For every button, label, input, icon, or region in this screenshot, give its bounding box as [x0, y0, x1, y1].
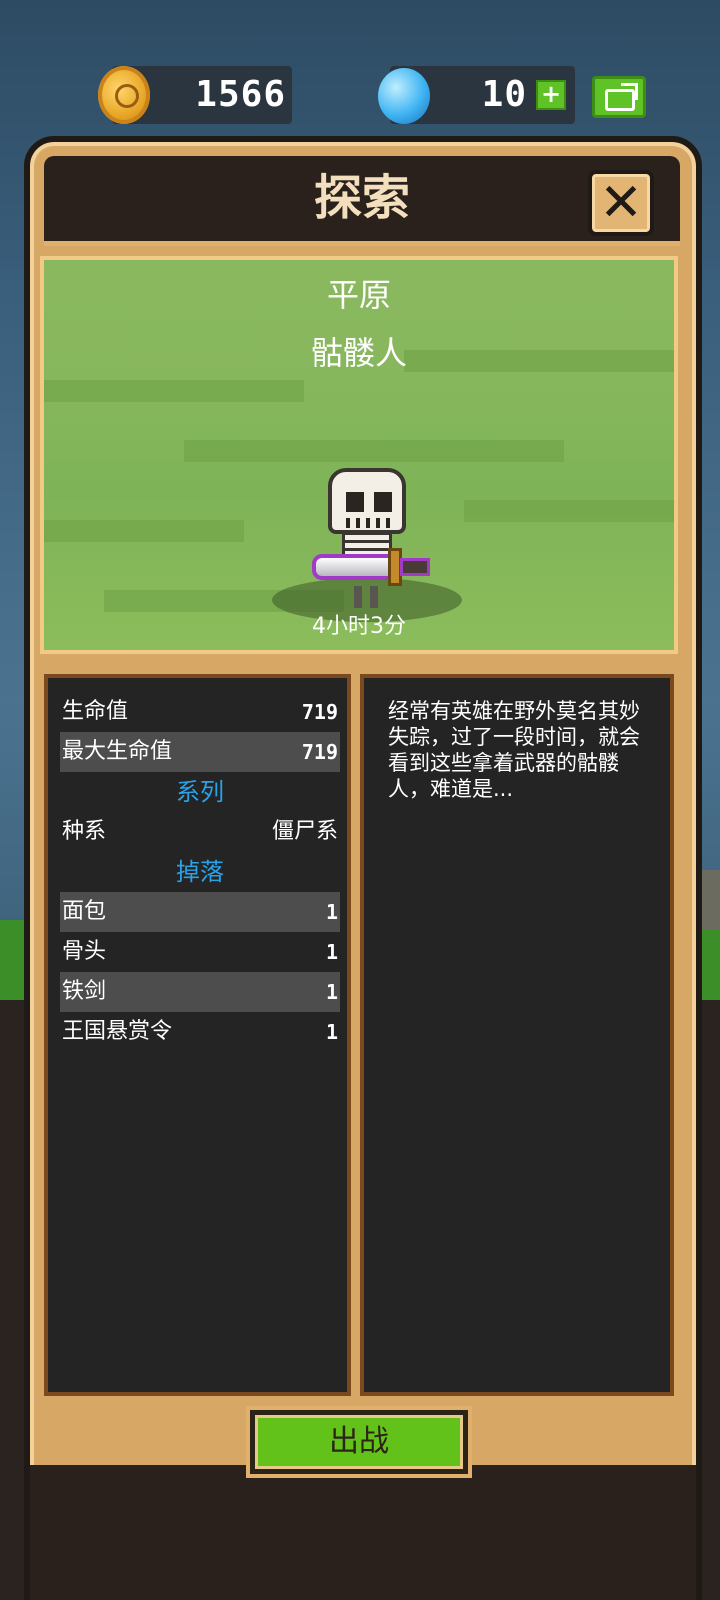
drop-name: 王国悬赏令 — [62, 1019, 173, 1044]
hp-label: 生命值 — [62, 699, 129, 724]
battle-label: 出战 — [329, 1424, 389, 1459]
close-icon: ✕ — [599, 173, 643, 233]
drop-item: 骨头 1 — [60, 932, 340, 972]
sword-grip — [400, 558, 430, 576]
race-row: 种系 僵尸系 — [60, 812, 340, 852]
hp-row: 生命值 719 — [60, 692, 340, 732]
battle-button[interactable]: 出战 — [250, 1410, 468, 1474]
sword-icon — [312, 554, 396, 580]
gem-amount: 10 — [481, 74, 527, 115]
coin-amount: 1566 — [195, 74, 286, 115]
dialog-title: 探索 — [313, 170, 410, 226]
drop-name: 骨头 — [62, 939, 107, 964]
battle-scene: 平原 骷髅人 4小时3分 — [40, 256, 678, 654]
hp-value: 719 — [301, 700, 338, 724]
drop-item: 铁剑 1 — [60, 972, 340, 1012]
drop-name: 面包 — [62, 899, 107, 924]
drop-item: 王国悬赏令 1 — [60, 1012, 340, 1052]
drop-count: 1 — [325, 940, 338, 964]
coin-icon — [98, 66, 150, 124]
drop-item: 面包 1 — [60, 892, 340, 932]
monster-name: 骷髅人 — [310, 334, 407, 372]
race-value: 僵尸系 — [271, 819, 338, 844]
drop-name: 铁剑 — [62, 979, 107, 1004]
monster-description: 经常有英雄在野外莫名其妙失踪，过了一段时间，就会看到这些拿着武器的骷髅人，难道是… — [388, 699, 640, 801]
drop-count: 1 — [325, 1020, 338, 1044]
explore-timer: 4小时3分 — [312, 614, 406, 639]
drop-count: 1 — [325, 980, 338, 1004]
title-bar: 探索 — [44, 156, 680, 246]
add-gems-button[interactable]: + — [536, 80, 566, 110]
skeleton-legs — [354, 586, 380, 608]
drop-count: 1 — [325, 900, 338, 924]
max-hp-label: 最大生命值 — [62, 739, 173, 764]
skeleton-skull — [328, 468, 406, 534]
close-button[interactable]: ✕ — [588, 170, 654, 236]
dialog-bottom — [24, 1465, 702, 1600]
region-name: 平原 — [326, 276, 391, 314]
max-hp-value: 719 — [301, 740, 338, 764]
series-header: 系列 — [176, 778, 224, 806]
gem-icon — [378, 68, 430, 124]
description-panel: 经常有英雄在野外莫名其妙失踪，过了一段时间，就会看到这些拿着武器的骷髅人，难道是… — [360, 674, 674, 1396]
stats-panel: 生命值 719 最大生命值 719 系列 种系 僵尸系 掉落 面包 1 骨头 1… — [44, 674, 351, 1396]
drops-header: 掉落 — [176, 858, 224, 886]
share-button[interactable] — [592, 76, 646, 118]
max-hp-row: 最大生命值 719 — [60, 732, 340, 772]
race-label: 种系 — [62, 819, 107, 844]
